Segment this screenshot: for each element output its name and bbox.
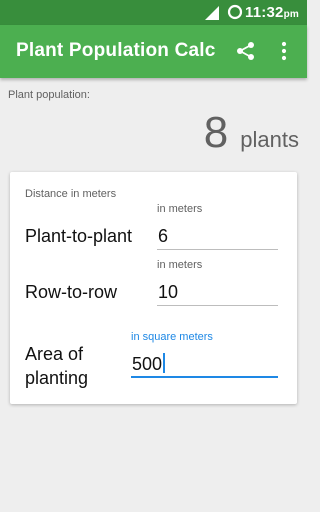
area-label: Area of planting (25, 342, 88, 390)
row-to-row-hint: in meters (157, 259, 203, 271)
population-label: Plant population: (8, 89, 90, 101)
share-icon[interactable] (235, 40, 257, 62)
population-unit: plants (240, 127, 299, 152)
area-input[interactable]: 500 (131, 352, 278, 378)
area-label-line2: planting (25, 368, 89, 388)
area-hint: in square meters (131, 331, 213, 343)
area-input-value: 500 (132, 354, 163, 374)
area-label-line1: Area of (25, 344, 84, 364)
population-result: 8 plants (204, 108, 299, 158)
input-card: Distance in meters in meters Plant-to-pl… (10, 172, 297, 404)
more-vert-icon[interactable] (277, 40, 291, 62)
plant-to-plant-hint: in meters (157, 203, 203, 215)
row-to-row-label: Row-to-row (25, 282, 118, 302)
section-label: Distance in meters (25, 188, 117, 200)
plant-to-plant-input[interactable]: 6 (157, 224, 278, 250)
app-title: Plant Population Calc (16, 40, 216, 61)
population-number: 8 (203, 108, 229, 157)
signal-icon (205, 6, 219, 20)
status-bar: 11:32pm (0, 0, 307, 25)
text-cursor (163, 353, 166, 373)
status-time: 11:32pm (245, 4, 299, 21)
row-to-row-input[interactable]: 10 (157, 280, 278, 306)
plant-to-plant-label: Plant-to-plant (25, 226, 133, 246)
loading-spinner-icon (227, 4, 243, 20)
app-bar: Plant Population Calc (0, 25, 307, 78)
